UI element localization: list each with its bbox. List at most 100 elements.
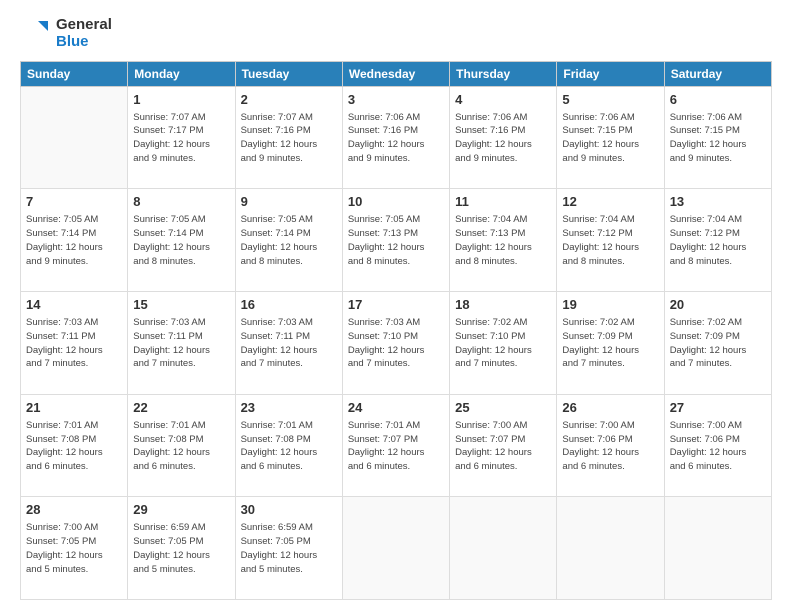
calendar-cell: 22Sunrise: 7:01 AM Sunset: 7:08 PM Dayli… [128, 394, 235, 497]
calendar-header-friday: Friday [557, 61, 664, 86]
calendar-cell: 20Sunrise: 7:02 AM Sunset: 7:09 PM Dayli… [664, 291, 771, 394]
day-info: Sunrise: 7:01 AM Sunset: 7:08 PM Dayligh… [241, 419, 337, 474]
day-number: 3 [348, 91, 444, 109]
calendar-cell [664, 497, 771, 600]
day-info: Sunrise: 7:03 AM Sunset: 7:11 PM Dayligh… [241, 316, 337, 371]
day-info: Sunrise: 7:00 AM Sunset: 7:06 PM Dayligh… [670, 419, 766, 474]
calendar-cell: 15 Sunrise: 7:03 AM Sunset: 7:11 PM Dayli… [128, 291, 235, 394]
calendar-cell: 12Sunrise: 7:04 AM Sunset: 7:12 PM Dayli… [557, 189, 664, 292]
calendar-header-thursday: Thursday [450, 61, 557, 86]
day-number: 22 [133, 399, 229, 417]
day-number: 14 [26, 296, 122, 314]
day-info: Sunrise: 6:59 AM Sunset: 7:05 PM Dayligh… [241, 521, 337, 576]
calendar-cell [21, 86, 128, 189]
calendar-week-2: 7 Sunrise: 7:05 AM Sunset: 7:14 PM Daylig… [21, 189, 772, 292]
day-number: 8 [133, 193, 229, 211]
calendar-cell: 5Sunrise: 7:06 AM Sunset: 7:15 PM Daylig… [557, 86, 664, 189]
day-number: 16 [241, 296, 337, 314]
calendar-cell: 3 Sunrise: 7:06 AM Sunset: 7:16 PM Daylig… [342, 86, 449, 189]
day-info: Sunrise: 7:01 AM Sunset: 7:08 PM Dayligh… [26, 419, 122, 474]
day-number: 13 [670, 193, 766, 211]
calendar-cell: 29Sunrise: 6:59 AM Sunset: 7:05 PM Dayli… [128, 497, 235, 600]
calendar-week-5: 28 Sunrise: 7:00 AM Sunset: 7:05 PM Dayli… [21, 497, 772, 600]
calendar-cell: 26 Sunrise: 7:00 AM Sunset: 7:06 PM Dayli… [557, 394, 664, 497]
day-number: 2 [241, 91, 337, 109]
logo: General Blue [20, 16, 112, 51]
calendar-cell: 19 Sunrise: 7:02 AM Sunset: 7:09 PM Dayli… [557, 291, 664, 394]
calendar-cell: 1 Sunrise: 7:07 AM Sunset: 7:17 PM Daylig… [128, 86, 235, 189]
day-info: Sunrise: 7:03 AM Sunset: 7:11 PM Dayligh… [133, 316, 229, 371]
day-number: 9 [241, 193, 337, 211]
day-info: Sunrise: 7:06 AM Sunset: 7:15 PM Dayligh… [670, 111, 766, 166]
day-info: Sunrise: 7:03 AM Sunset: 7:10 PM Dayligh… [348, 316, 444, 371]
day-number: 15 [133, 296, 229, 314]
day-number: 21 [26, 399, 122, 417]
day-info: Sunrise: 6:59 AM Sunset: 7:05 PM Dayligh… [133, 521, 229, 576]
calendar-cell: 13 Sunrise: 7:04 AM Sunset: 7:12 PM Dayli… [664, 189, 771, 292]
day-number: 26 [562, 399, 658, 417]
calendar-cell: 23 Sunrise: 7:01 AM Sunset: 7:08 PM Dayli… [235, 394, 342, 497]
day-number: 28 [26, 501, 122, 519]
calendar-header-monday: Monday [128, 61, 235, 86]
logo-general: General [56, 16, 112, 33]
day-number: 10 [348, 193, 444, 211]
calendar-cell: 18 Sunrise: 7:02 AM Sunset: 7:10 PM Dayli… [450, 291, 557, 394]
day-info: Sunrise: 7:06 AM Sunset: 7:16 PM Dayligh… [348, 111, 444, 166]
calendar-cell: 16 Sunrise: 7:03 AM Sunset: 7:11 PM Dayli… [235, 291, 342, 394]
logo-text-block: General Blue [56, 16, 112, 51]
day-number: 30 [241, 501, 337, 519]
calendar-cell: 28 Sunrise: 7:00 AM Sunset: 7:05 PM Dayli… [21, 497, 128, 600]
calendar-cell: 30 Sunrise: 6:59 AM Sunset: 7:05 PM Dayli… [235, 497, 342, 600]
calendar-cell [342, 497, 449, 600]
day-info: Sunrise: 7:07 AM Sunset: 7:17 PM Dayligh… [133, 111, 229, 166]
logo-blue: Blue [56, 33, 112, 50]
day-info: Sunrise: 7:00 AM Sunset: 7:07 PM Dayligh… [455, 419, 551, 474]
day-info: Sunrise: 7:07 AM Sunset: 7:16 PM Dayligh… [241, 111, 337, 166]
calendar-header-sunday: Sunday [21, 61, 128, 86]
calendar-cell: 2 Sunrise: 7:07 AM Sunset: 7:16 PM Daylig… [235, 86, 342, 189]
day-number: 5 [562, 91, 658, 109]
calendar-cell: 6Sunrise: 7:06 AM Sunset: 7:15 PM Daylig… [664, 86, 771, 189]
day-info: Sunrise: 7:00 AM Sunset: 7:06 PM Dayligh… [562, 419, 658, 474]
day-number: 23 [241, 399, 337, 417]
day-number: 7 [26, 193, 122, 211]
page: General Blue SundayMondayTuesdayWednesda… [0, 0, 792, 612]
logo-svg [20, 17, 52, 49]
day-info: Sunrise: 7:05 AM Sunset: 7:14 PM Dayligh… [133, 213, 229, 268]
calendar-cell: 24 Sunrise: 7:01 AM Sunset: 7:07 PM Dayli… [342, 394, 449, 497]
day-number: 4 [455, 91, 551, 109]
calendar-header-row: SundayMondayTuesdayWednesdayThursdayFrid… [21, 61, 772, 86]
calendar-cell: 27Sunrise: 7:00 AM Sunset: 7:06 PM Dayli… [664, 394, 771, 497]
calendar-header-saturday: Saturday [664, 61, 771, 86]
calendar-cell: 9Sunrise: 7:05 AM Sunset: 7:14 PM Daylig… [235, 189, 342, 292]
day-info: Sunrise: 7:04 AM Sunset: 7:12 PM Dayligh… [670, 213, 766, 268]
day-info: Sunrise: 7:02 AM Sunset: 7:09 PM Dayligh… [562, 316, 658, 371]
calendar-cell: 10 Sunrise: 7:05 AM Sunset: 7:13 PM Dayli… [342, 189, 449, 292]
calendar-cell: 14 Sunrise: 7:03 AM Sunset: 7:11 PM Dayli… [21, 291, 128, 394]
calendar-cell: 4Sunrise: 7:06 AM Sunset: 7:16 PM Daylig… [450, 86, 557, 189]
day-info: Sunrise: 7:05 AM Sunset: 7:13 PM Dayligh… [348, 213, 444, 268]
day-info: Sunrise: 7:03 AM Sunset: 7:11 PM Dayligh… [26, 316, 122, 371]
calendar: SundayMondayTuesdayWednesdayThursdayFrid… [20, 61, 772, 601]
day-number: 18 [455, 296, 551, 314]
header: General Blue [20, 16, 772, 51]
day-info: Sunrise: 7:05 AM Sunset: 7:14 PM Dayligh… [26, 213, 122, 268]
calendar-cell: 8 Sunrise: 7:05 AM Sunset: 7:14 PM Daylig… [128, 189, 235, 292]
calendar-cell: 21 Sunrise: 7:01 AM Sunset: 7:08 PM Dayli… [21, 394, 128, 497]
day-info: Sunrise: 7:01 AM Sunset: 7:07 PM Dayligh… [348, 419, 444, 474]
day-info: Sunrise: 7:02 AM Sunset: 7:10 PM Dayligh… [455, 316, 551, 371]
logo-container: General Blue [20, 16, 112, 51]
day-number: 24 [348, 399, 444, 417]
day-number: 19 [562, 296, 658, 314]
calendar-cell [450, 497, 557, 600]
day-number: 17 [348, 296, 444, 314]
calendar-cell [557, 497, 664, 600]
calendar-header-tuesday: Tuesday [235, 61, 342, 86]
day-number: 20 [670, 296, 766, 314]
day-info: Sunrise: 7:04 AM Sunset: 7:13 PM Dayligh… [455, 213, 551, 268]
calendar-cell: 17 Sunrise: 7:03 AM Sunset: 7:10 PM Dayli… [342, 291, 449, 394]
day-number: 1 [133, 91, 229, 109]
day-number: 12 [562, 193, 658, 211]
calendar-cell: 11Sunrise: 7:04 AM Sunset: 7:13 PM Dayli… [450, 189, 557, 292]
day-info: Sunrise: 7:00 AM Sunset: 7:05 PM Dayligh… [26, 521, 122, 576]
